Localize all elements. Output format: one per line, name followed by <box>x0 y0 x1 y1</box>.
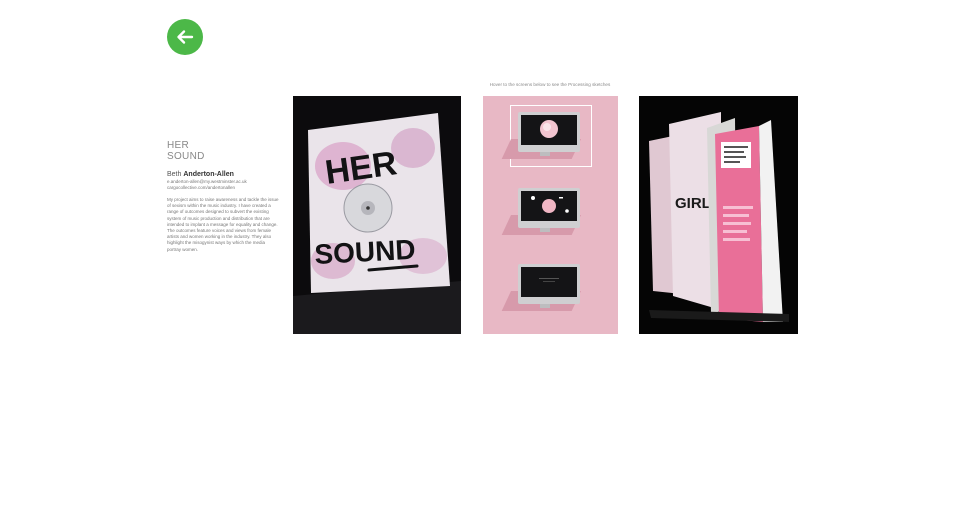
title-line-1: HER <box>167 140 190 151</box>
booklet-illustration: GIRLISH <box>649 112 789 322</box>
monitor-icon <box>518 264 580 304</box>
hover-hint: Hover to the screens below to see the Pr… <box>489 82 611 87</box>
screen-sketch-2[interactable] <box>501 182 591 242</box>
arrow-left-icon <box>177 30 194 44</box>
processing-screens-panel <box>483 96 618 334</box>
portfolio-link[interactable]: cargocollective.com/andertonallen <box>167 185 279 191</box>
project-info: HER SOUND Beth Anderton-Allen e.anderton… <box>167 140 279 257</box>
vinyl-title-bottom: SOUND <box>314 234 417 270</box>
contact-links: e.anderton-allen@my.westminster.ac.uk ca… <box>167 179 279 191</box>
screen-sketch-1[interactable] <box>501 105 592 167</box>
project-title: HER SOUND <box>167 140 279 162</box>
screen-sketch-3[interactable] <box>501 258 591 318</box>
title-line-2: SOUND <box>167 151 205 162</box>
author-first-name: Beth <box>167 171 182 178</box>
monitor-icon <box>518 188 580 228</box>
author-last-name: Anderton-Allen <box>183 171 234 178</box>
vinyl-sleeve-illustration: HER SOUND <box>293 113 461 334</box>
project-description: My project aims to raise awareness and t… <box>167 197 279 252</box>
back-button[interactable] <box>167 19 203 55</box>
author-name: Beth Anderton-Allen <box>167 171 279 178</box>
vinyl-photo: HER SOUND <box>293 96 461 334</box>
booklet-photo: GIRLISH <box>639 96 798 334</box>
monitor-icon <box>518 112 580 152</box>
